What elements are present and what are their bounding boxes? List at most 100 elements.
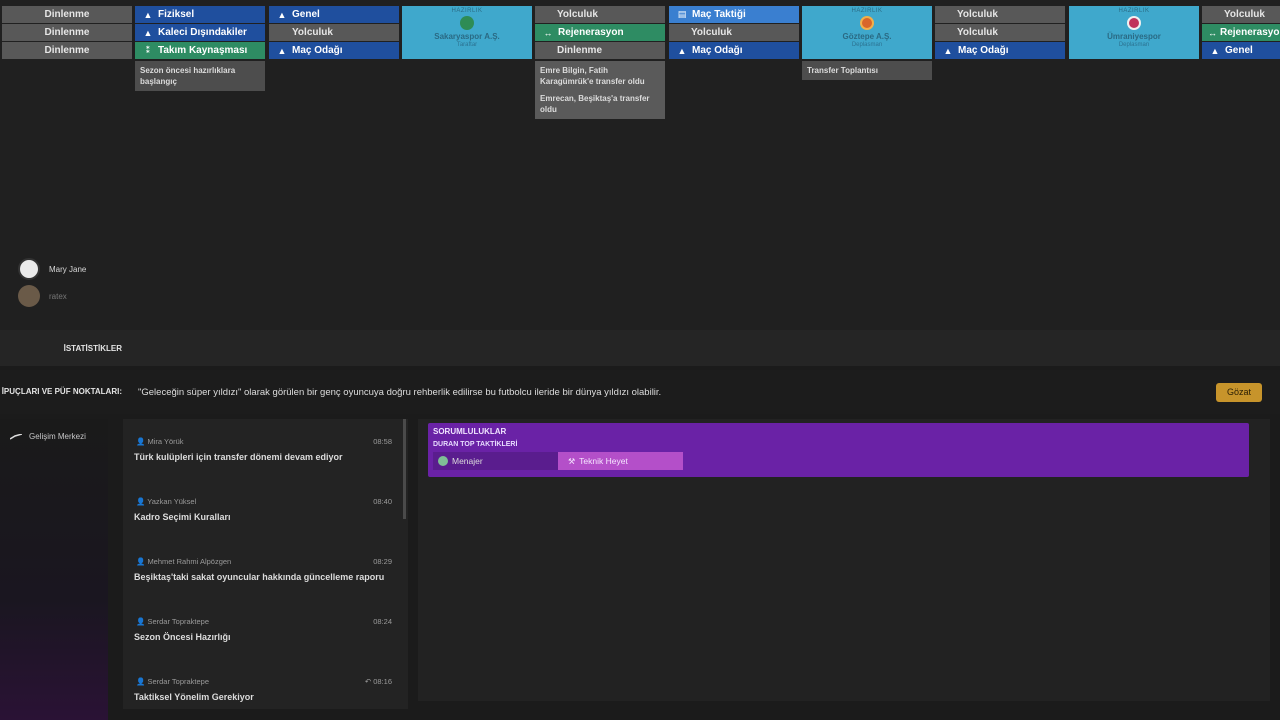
schedule-slot[interactable]: ▲ Genel: [269, 6, 399, 23]
match-venue: Taraftar: [456, 42, 478, 48]
news-item[interactable]: 👤 Mira Yörük 08:58 Türk kulüpleri için t…: [123, 419, 398, 479]
news-time: 08:40: [373, 497, 392, 506]
slot-label: Genel: [292, 9, 320, 20]
news-headline: Sezon Öncesi Hazırlığı: [134, 632, 231, 642]
news-item[interactable]: 👤 Serdar Topraktepe 08:24 Sezon Öncesi H…: [123, 599, 398, 659]
schedule-day: Yolculuk ↔ Rejenerasyon ▲ Genel: [1202, 6, 1280, 60]
cone-icon: ▲: [943, 45, 953, 56]
match-type-label: HAZIRLIK: [851, 8, 883, 14]
manager-entry[interactable]: ratex: [18, 285, 67, 307]
choice-label: Menajer: [452, 456, 483, 466]
club-crest-icon: [460, 16, 474, 30]
tips-label: İPUÇLARI VE PÜF NOKTALARI:: [1, 387, 122, 396]
schedule-slot[interactable]: ▤ Maç Taktiği: [669, 6, 799, 23]
manager-entry[interactable]: Mary Jane: [18, 258, 86, 280]
clipboard-icon: ▤: [677, 9, 687, 19]
staff-icon: ⚒: [568, 456, 576, 466]
avatar: [18, 285, 40, 307]
slot-label: Dinlenme: [44, 45, 90, 56]
slot-label: Maç Odağı: [958, 45, 1009, 56]
slot-label: Dinlenme: [44, 9, 90, 20]
slot-label: Maç Taktiği: [692, 9, 746, 20]
browse-button[interactable]: Gözat: [1216, 383, 1262, 402]
match-card[interactable]: HAZIRLIK Sakaryaspor A.Ş. Taraftar: [402, 6, 532, 59]
choice-manager[interactable]: Menajer: [433, 452, 558, 470]
choice-label: Teknik Heyet: [579, 456, 628, 466]
schedule-calendar: Dinlenme Dinlenme Dinlenme ▲ Fiziksel ▲ Ka…: [0, 0, 1280, 330]
schedule-slot[interactable]: Dinlenme: [2, 42, 132, 59]
schedule-slot[interactable]: ▲ Maç Odağı: [669, 42, 799, 59]
stats-label[interactable]: İSTATİSTİKLER: [0, 344, 122, 353]
match-type-label: HAZIRLIK: [1118, 8, 1150, 14]
schedule-slot[interactable]: Dinlenme: [2, 24, 132, 41]
schedule-slot[interactable]: ⁑ Takım Kaynaşması: [135, 42, 265, 59]
slot-label: Kaleci Dışındakiler: [158, 27, 247, 38]
regen-icon: ↔: [543, 27, 553, 38]
schedule-slot[interactable]: ▲ Kaleci Dışındakiler: [135, 24, 265, 41]
schedule-day: ▲ Genel Yolculuk ▲ Maç Odağı: [269, 6, 399, 60]
slot-label: Fiziksel: [158, 9, 195, 20]
nav-item-development-center[interactable]: Gelişim Merkezi: [0, 419, 108, 441]
left-nav: Gelişim Merkezi: [0, 419, 108, 720]
slot-label: Genel: [1225, 45, 1253, 56]
tips-bar: İPUÇLARI VE PÜF NOKTALARI: "Geleceğin sü…: [0, 370, 1280, 414]
avatar: [18, 258, 40, 280]
schedule-day: Dinlenme Dinlenme Dinlenme: [2, 6, 132, 60]
match-card[interactable]: HAZIRLIK Ümraniyespor Deplasman: [1069, 6, 1199, 59]
regen-icon: ↔: [1208, 27, 1217, 38]
news-author: 👤 Mehmet Rahmi Alpözgen: [136, 557, 232, 566]
schedule-slot[interactable]: Yolculuk: [935, 6, 1065, 23]
schedule-slot[interactable]: Yolculuk: [269, 24, 399, 41]
slot-label: Yolculuk: [1224, 9, 1265, 20]
slot-label: Maç Odağı: [692, 45, 743, 56]
news-item[interactable]: 👤 Mehmet Rahmi Alpözgen 08:29 Beşiktaş't…: [123, 539, 398, 599]
schedule-day: HAZIRLIK Sakaryaspor A.Ş. Taraftar: [402, 6, 532, 59]
cone-icon: ▲: [277, 45, 287, 56]
schedule-slot[interactable]: Dinlenme: [535, 42, 665, 59]
manager-name: Mary Jane: [49, 264, 87, 274]
slot-label: Maç Odağı: [292, 45, 343, 56]
schedule-slot[interactable]: Yolculuk: [935, 24, 1065, 41]
cone-icon: ▲: [277, 9, 287, 20]
event-note[interactable]: Sezon öncesi hazırlıklara başlangıç: [135, 61, 265, 91]
schedule-slot[interactable]: Yolculuk: [1202, 6, 1280, 23]
responsibilities-panel: SORUMLULUKLAR DURAN TOP TAKTİKLERİ Menaj…: [428, 423, 1249, 477]
slot-label: Yolculuk: [957, 27, 998, 38]
schedule-slot[interactable]: ↔ Rejenerasyon: [535, 24, 665, 41]
slot-label: Yolculuk: [957, 9, 998, 20]
news-item[interactable]: 👤 Serdar Topraktepe ↶ 08:16 Taktiksel Yö…: [123, 659, 398, 709]
news-item[interactable]: 👤 Yazkan Yüksel 08:40 Kadro Seçimi Kural…: [123, 479, 398, 539]
tips-text: "Geleceğin süper yıldızı" olarak görülen…: [138, 386, 662, 398]
slot-label: Takım Kaynaşması: [158, 45, 248, 56]
schedule-day: Yolculuk Yolculuk ▲ Maç Odağı: [935, 6, 1065, 60]
schedule-slot[interactable]: Yolculuk: [669, 24, 799, 41]
event-note[interactable]: Transfer Toplantısı: [802, 61, 932, 80]
stats-bar: İSTATİSTİKLER: [0, 330, 1280, 366]
news-scrollbar[interactable]: [403, 419, 406, 519]
nav-item-label: Gelişim Merkezi: [29, 432, 86, 441]
news-time: ↶ 08:16: [364, 677, 392, 686]
schedule-slot[interactable]: ▲ Fiziksel: [135, 6, 265, 23]
schedule-slot[interactable]: ↔ Rejenerasyon: [1202, 24, 1280, 41]
schedule-slot[interactable]: Dinlenme: [2, 6, 132, 23]
schedule-slot[interactable]: ▲ Genel: [1202, 42, 1280, 59]
opponent-name: Göztepe A.Ş.: [842, 32, 892, 41]
choice-staff[interactable]: ⚒ Teknik Heyet: [558, 452, 683, 470]
match-card[interactable]: HAZIRLIK Göztepe A.Ş. Deplasman: [802, 6, 932, 59]
match-venue: Deplasman: [1118, 42, 1150, 48]
schedule-slot[interactable]: ▲ Maç Odağı: [935, 42, 1065, 59]
news-headline: Beşiktaş'taki sakat oyuncular hakkında g…: [134, 572, 385, 582]
slot-label: Dinlenme: [557, 45, 603, 56]
news-time: 08:24: [373, 617, 392, 626]
opponent-name: Ümraniyespor: [1107, 32, 1161, 41]
news-author: 👤 Yazkan Yüksel: [136, 497, 197, 506]
schedule-slot[interactable]: ▲ Maç Odağı: [269, 42, 399, 59]
schedule-slot[interactable]: Yolculuk: [535, 6, 665, 23]
news-list: 👤 Mira Yörük 08:58 Türk kulüpleri için t…: [123, 419, 408, 709]
slot-label: Yolculuk: [557, 9, 598, 20]
event-note[interactable]: Emre Bilgin, Fatih Karagümrük'e transfer…: [535, 61, 665, 119]
match-type-label: HAZIRLIK: [451, 8, 483, 14]
schedule-day: ▲ Fiziksel ▲ Kaleci Dışındakiler ⁑ Takım Ka…: [135, 6, 265, 91]
opponent-name: Sakaryaspor A.Ş.: [434, 32, 500, 41]
news-headline: Kadro Seçimi Kuralları: [134, 512, 231, 522]
